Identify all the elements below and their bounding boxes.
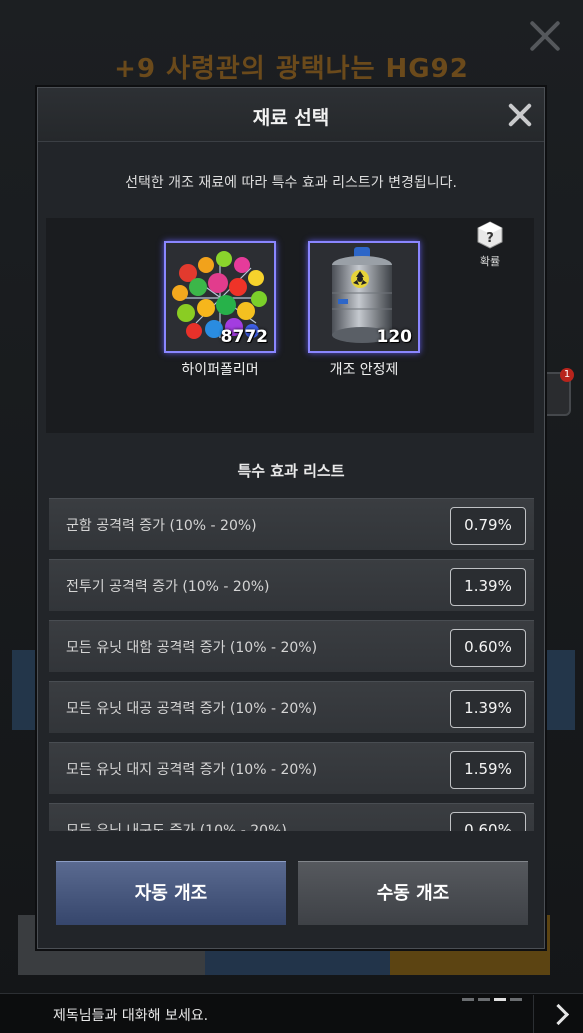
page-dot (510, 998, 522, 1001)
background-item-title: +9 사령관의 광택나는 HG92 (114, 54, 469, 84)
probability-button[interactable]: ? 확률 (470, 220, 510, 270)
effect-name: 군함 공격력 증가 (10% - 20%) (66, 518, 257, 534)
material-count: 120 (376, 327, 413, 347)
list-item: 모든 유닛 내구도 증가 (10% - 20%) 0.60% (49, 803, 534, 831)
effect-probability: 0.79% (450, 507, 526, 545)
effect-probability: 0.60% (450, 629, 526, 667)
material-frame: 8772 (164, 241, 276, 353)
list-item: 군함 공격력 증가 (10% - 20%) 0.79% (49, 498, 534, 550)
dialog-notice: 선택한 개조 재료에 따라 특수 효과 리스트가 변경됩니다. (125, 175, 457, 191)
effect-list[interactable]: 군함 공격력 증가 (10% - 20%) 0.79% 전투기 공격력 증가 (… (49, 498, 534, 831)
svg-text:?: ? (486, 231, 494, 246)
auto-modify-button[interactable]: 자동 개조 (56, 861, 286, 925)
dialog-header: 재료 선택 (38, 88, 544, 142)
effect-probability: 1.59% (450, 751, 526, 789)
material-count: 8772 (220, 327, 268, 347)
manual-modify-button[interactable]: 수동 개조 (298, 861, 528, 925)
effect-probability: 0.60% (450, 812, 526, 831)
effect-list-title: 특수 효과 리스트 (237, 462, 345, 480)
material-stabilizer[interactable]: 120 개조 안정제 (308, 241, 420, 381)
list-item: 전투기 공격력 증가 (10% - 20%) 1.39% (49, 559, 534, 611)
material-frame: 120 (308, 241, 420, 353)
material-select-dialog: 재료 선택 선택한 개조 재료에 따라 특수 효과 리스트가 변경됩니다. ? … (37, 87, 545, 949)
effect-name: 전투기 공격력 증가 (10% - 20%) (66, 579, 270, 595)
material-name: 개조 안정제 (329, 362, 399, 378)
screen: +9 사령관의 광택나는 HG92 1 재료 선택 선택한 개조 재료에 따라 … (0, 0, 583, 1033)
close-icon[interactable] (505, 100, 535, 130)
page-dot (462, 998, 474, 1001)
page-dot (478, 998, 490, 1001)
chevron-right-icon[interactable] (533, 995, 583, 1033)
material-panel (46, 218, 534, 433)
effect-probability: 1.39% (450, 568, 526, 606)
effect-name: 모든 유닛 대지 공격력 증가 (10% - 20%) (66, 762, 318, 778)
effect-name: 모든 유닛 대공 공격력 증가 (10% - 20%) (66, 701, 318, 717)
effect-name: 모든 유닛 내구도 증가 (10% - 20%) (66, 823, 287, 831)
material-name: 하이퍼폴리머 (181, 362, 259, 378)
material-hyperpolymer[interactable]: 8772 하이퍼폴리머 (164, 241, 276, 381)
effect-name: 모든 유닛 대함 공격력 증가 (10% - 20%) (66, 640, 318, 656)
page-dot-active (494, 998, 506, 1001)
list-item: 모든 유닛 대공 공격력 증가 (10% - 20%) 1.39% (49, 681, 534, 733)
effect-probability: 1.39% (450, 690, 526, 728)
background-panel-right (545, 650, 575, 730)
list-item: 모든 유닛 대지 공격력 증가 (10% - 20%) 1.59% (49, 742, 534, 794)
notification-badge: 1 (560, 368, 574, 382)
chat-prompt: 제독님들과 대화해 보세요. (53, 1008, 209, 1024)
page-indicator (462, 998, 522, 1001)
probability-label: 확률 (479, 255, 501, 268)
dialog-title: 재료 선택 (252, 107, 330, 129)
dice-question-icon: ? (477, 221, 503, 249)
list-item: 모든 유닛 대함 공격력 증가 (10% - 20%) 0.60% (49, 620, 534, 672)
